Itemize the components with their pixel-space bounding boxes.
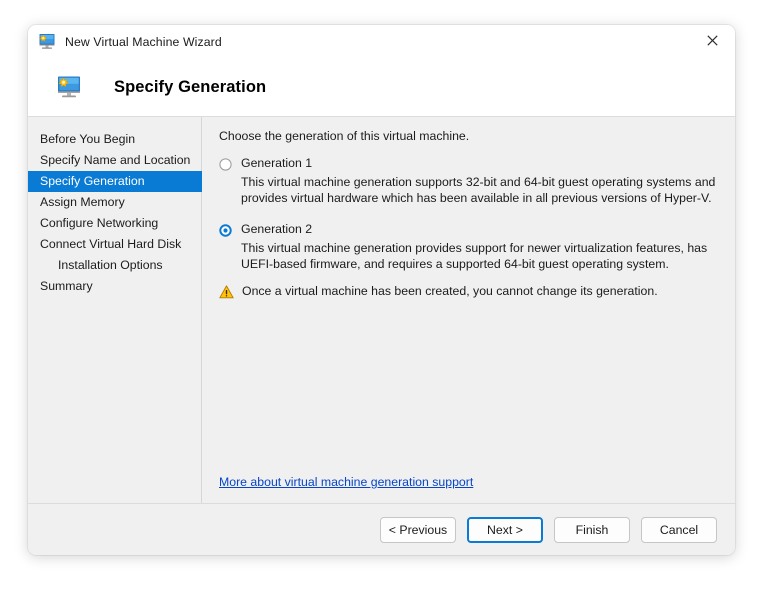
warning-triangle-icon (219, 285, 234, 299)
wizard-step-nav: Before You Begin Specify Name and Locati… (28, 117, 202, 503)
help-link-wrap: More about virtual machine generation su… (219, 473, 473, 491)
sidebar-item-connect-virtual-hard-disk[interactable]: Connect Virtual Hard Disk (28, 234, 201, 255)
sidebar-item-assign-memory[interactable]: Assign Memory (28, 192, 201, 213)
warning-text: Once a virtual machine has been created,… (242, 284, 658, 299)
generation-1-row[interactable]: Generation 1 (219, 156, 717, 171)
sidebar-item-configure-networking[interactable]: Configure Networking (28, 213, 201, 234)
intro-text: Choose the generation of this virtual ma… (219, 129, 717, 143)
generation-2-radio[interactable] (219, 224, 232, 237)
sidebar-item-summary[interactable]: Summary (28, 276, 201, 297)
generation-warning: Once a virtual machine has been created,… (219, 284, 717, 299)
generation-2-description: This virtual machine generation provides… (241, 241, 717, 272)
new-virtual-machine-wizard-window: New Virtual Machine Wizard (28, 25, 735, 555)
generation-2-option-block: Generation 2 This virtual machine genera… (219, 222, 717, 272)
close-button[interactable] (689, 25, 735, 58)
close-icon (707, 33, 718, 51)
virtual-machine-monitor-icon (38, 33, 56, 50)
sidebar-item-specify-generation[interactable]: Specify Generation (28, 171, 202, 192)
next-button[interactable]: Next > (467, 517, 543, 543)
wizard-body: Before You Begin Specify Name and Locati… (28, 117, 735, 503)
cancel-button[interactable]: Cancel (641, 517, 717, 543)
virtual-machine-monitor-icon (56, 75, 82, 99)
window-titlebar: New Virtual Machine Wizard (28, 25, 735, 58)
finish-button[interactable]: Finish (554, 517, 630, 543)
sidebar-item-installation-options[interactable]: Installation Options (28, 255, 201, 276)
sidebar-item-specify-name-and-location[interactable]: Specify Name and Location (28, 150, 201, 171)
generation-1-description: This virtual machine generation supports… (241, 175, 717, 206)
desktop-background: New Virtual Machine Wizard (0, 0, 763, 592)
wizard-header: Specify Generation (28, 58, 735, 117)
page-title: Specify Generation (114, 78, 266, 97)
generation-1-option-block: Generation 1 This virtual machine genera… (219, 156, 717, 206)
wizard-footer: < Previous Next > Finish Cancel (28, 503, 735, 555)
generation-1-label: Generation 1 (241, 156, 312, 171)
generation-2-label: Generation 2 (241, 222, 312, 237)
generation-2-row[interactable]: Generation 2 (219, 222, 717, 237)
wizard-content: Choose the generation of this virtual ma… (202, 117, 735, 503)
window-title: New Virtual Machine Wizard (65, 35, 222, 49)
sidebar-item-before-you-begin[interactable]: Before You Begin (28, 129, 201, 150)
generation-1-radio[interactable] (219, 158, 232, 171)
more-about-generation-support-link[interactable]: More about virtual machine generation su… (219, 475, 473, 489)
previous-button[interactable]: < Previous (380, 517, 456, 543)
